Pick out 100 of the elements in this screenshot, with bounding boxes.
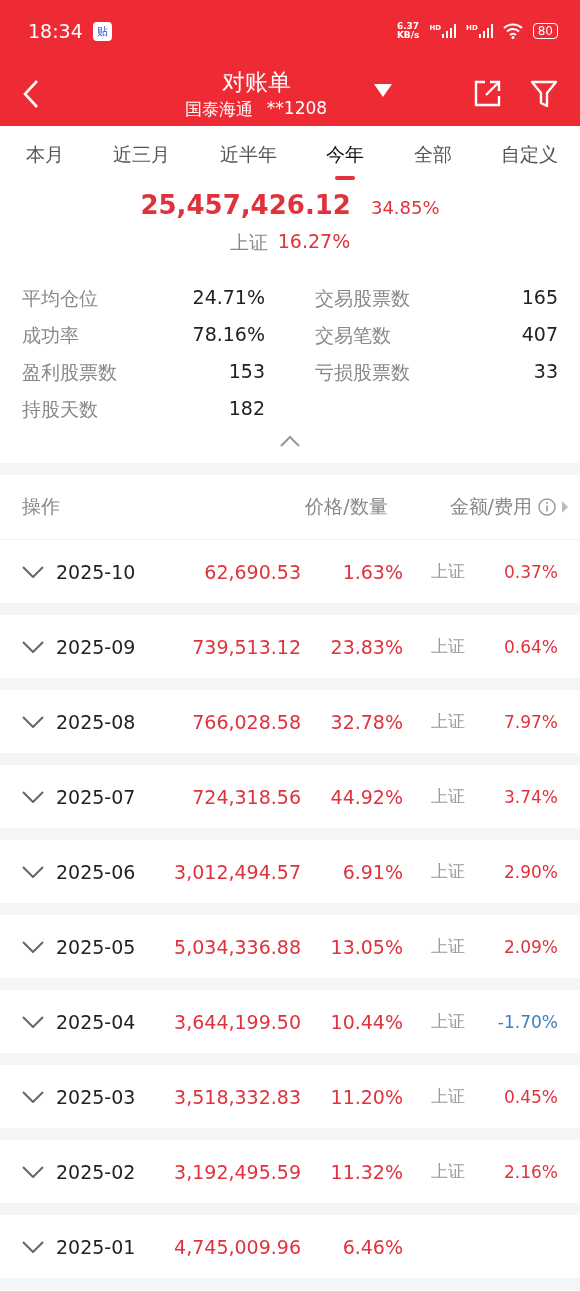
expand-icon[interactable]	[22, 790, 44, 803]
month-label: 2025-08	[56, 710, 137, 733]
column-header: 价格/数量	[305, 494, 388, 519]
amount-value: 62,690.53	[203, 560, 301, 583]
return-percent: 1.63%	[341, 560, 403, 583]
month-label: 2025-09	[56, 635, 137, 658]
stat-label: 成功率	[22, 323, 79, 348]
index-percent: 2.90%	[503, 861, 558, 882]
stat-value: 153	[228, 360, 265, 384]
battery-indicator: 80	[532, 23, 558, 39]
month-label: 2025-07	[56, 785, 137, 808]
total-percent: 34.85%	[370, 198, 440, 218]
return-percent: 23.83%	[329, 635, 403, 658]
return-percent: 11.32%	[329, 1160, 403, 1183]
stat-label: 持股天数	[22, 397, 98, 422]
signal-icon	[478, 24, 493, 38]
amount-value: 766,028.58	[191, 710, 301, 733]
period-tab[interactable]: 今年	[326, 126, 365, 188]
network-speed: 6.37 KB/s	[396, 22, 420, 40]
index-label: 上证	[430, 935, 465, 958]
index-label: 上证	[430, 785, 465, 808]
amount-value: 3,644,199.50	[173, 1010, 301, 1033]
amount-value: 4,745,009.96	[173, 1235, 301, 1258]
info-icon[interactable]	[538, 498, 556, 516]
expand-icon[interactable]	[22, 715, 44, 728]
dropdown-icon[interactable]	[374, 84, 392, 98]
index-percent: -1.70%	[496, 1011, 558, 1032]
period-tab[interactable]: 本月	[26, 126, 64, 188]
index-percent: 2.09%	[503, 936, 558, 957]
month-label: 2025-01	[56, 1235, 137, 1258]
index-percent: 0.45%	[503, 1086, 558, 1107]
index-label: 上证	[430, 860, 465, 883]
stat-value: 33	[533, 360, 558, 384]
app-notification-icon: 贴	[92, 21, 112, 41]
return-percent: 6.46%	[341, 1235, 403, 1258]
month-label: 2025-02	[56, 1160, 137, 1183]
period-tab[interactable]: 近半年	[219, 126, 277, 188]
share-icon[interactable]	[472, 79, 502, 109]
index-label: 上证	[430, 560, 465, 583]
stat-value: 78.16%	[192, 323, 265, 347]
index-percent: 3.74%	[503, 786, 558, 807]
index-percent: 16.27%	[277, 230, 351, 254]
return-percent: 44.92%	[329, 785, 403, 808]
amount-value: 724,318.56	[191, 785, 301, 808]
month-label: 2025-04	[56, 1010, 137, 1033]
index-label: 上证	[430, 1085, 465, 1108]
stat-value: 165	[521, 286, 558, 310]
return-percent: 10.44%	[329, 1010, 403, 1033]
stat-label: 盈利股票数	[22, 360, 117, 385]
month-label: 2025-06	[56, 860, 137, 883]
expand-icon[interactable]	[22, 565, 44, 578]
status-time: 18:34	[28, 20, 83, 42]
column-header: 操作	[22, 494, 61, 519]
amount-value: 3,518,332.83	[173, 1085, 301, 1108]
index-percent: 0.64%	[503, 636, 558, 657]
index-label: 上证	[430, 635, 465, 658]
amount-value: 3,012,494.57	[173, 860, 301, 883]
period-tab[interactable]: 自定义	[500, 126, 558, 188]
index-label: 上证	[430, 710, 465, 733]
index-percent: 2.16%	[503, 1161, 558, 1182]
index-label: 上证	[430, 1160, 465, 1183]
expand-icon[interactable]	[22, 1090, 44, 1103]
expand-icon[interactable]	[22, 1015, 44, 1028]
page-title: 对账单	[221, 68, 291, 97]
back-icon[interactable]	[22, 79, 40, 109]
period-tab[interactable]: 全部	[413, 126, 452, 188]
amount-value: 3,192,495.59	[173, 1160, 301, 1183]
account-number[interactable]: **1208	[266, 98, 328, 121]
month-label: 2025-03	[56, 1085, 137, 1108]
amount-value: 5,034,336.88	[173, 935, 301, 958]
expand-icon[interactable]	[22, 640, 44, 653]
stat-value: 24.71%	[192, 286, 265, 310]
column-header: 金额/费用	[449, 494, 532, 519]
index-percent: 0.37%	[503, 561, 558, 582]
expand-icon[interactable]	[22, 940, 44, 953]
wifi-icon	[502, 23, 523, 39]
return-percent: 6.91%	[341, 860, 403, 883]
month-label: 2025-05	[56, 935, 137, 958]
broker-name[interactable]: 国泰海通	[184, 98, 253, 121]
index-label: 上证	[430, 1010, 465, 1033]
stat-label: 亏损股票数	[315, 360, 410, 385]
return-percent: 11.20%	[329, 1085, 403, 1108]
stat-label: 平均仓位	[22, 286, 98, 311]
filter-icon[interactable]	[530, 79, 558, 109]
total-amount: 25,457,426.12	[140, 190, 351, 220]
stat-value: 407	[521, 323, 558, 347]
amount-value: 739,513.12	[191, 635, 301, 658]
index-label: 上证	[229, 230, 268, 255]
expand-icon[interactable]	[22, 1240, 44, 1253]
expand-icon[interactable]	[22, 1165, 44, 1178]
month-label: 2025-10	[56, 560, 137, 583]
return-percent: 32.78%	[329, 710, 403, 733]
return-percent: 13.05%	[329, 935, 403, 958]
index-percent: 7.97%	[503, 711, 558, 732]
stat-value: 182	[228, 397, 265, 421]
stat-label: 交易笔数	[315, 323, 391, 348]
stat-label: 交易股票数	[315, 286, 410, 311]
collapse-icon[interactable]	[279, 435, 301, 447]
period-tab[interactable]: 近三月	[113, 126, 171, 188]
expand-icon[interactable]	[22, 865, 44, 878]
